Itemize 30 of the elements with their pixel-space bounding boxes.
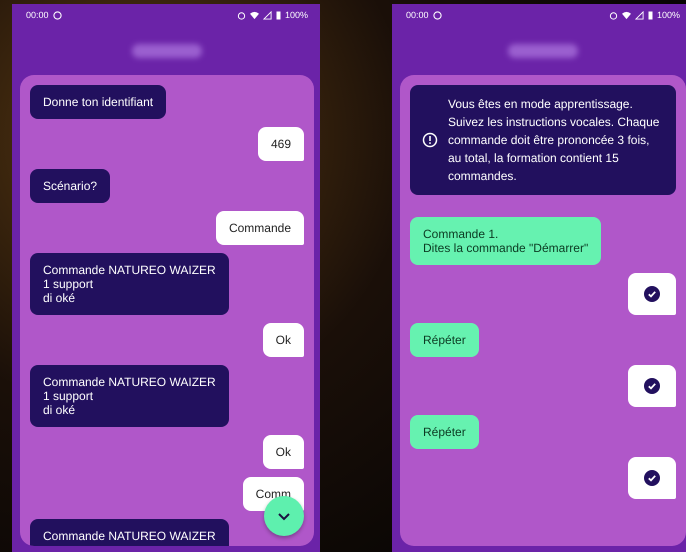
user-message: Ok xyxy=(262,435,304,469)
signal-icon xyxy=(262,10,272,20)
instruction-message: Répéter xyxy=(410,415,479,449)
chevron-down-icon xyxy=(277,512,291,520)
signal-icon xyxy=(634,10,644,20)
notice-text: Vous êtes en mode apprentissage. Suivez les instructions vocales. Chaque commande doit être prononcée 3 fois, au total, la formation contient 15 commandes. xyxy=(448,96,660,185)
bot-message: Commande NATUREO WAIZER 1 support di oké xyxy=(30,365,229,427)
user-message: 469 xyxy=(258,127,304,161)
check-icon xyxy=(644,378,660,394)
blurred-title xyxy=(508,44,578,58)
instruction-message: Répéter xyxy=(410,323,479,357)
check-icon xyxy=(644,286,660,302)
check-icon xyxy=(644,470,660,486)
battery-icon xyxy=(276,10,281,20)
blurred-title xyxy=(132,44,202,58)
user-message: Ok xyxy=(262,323,304,357)
battery-level: 100% xyxy=(284,10,308,20)
instruction-message: Commande 1. Dites la commande "Démarrer" xyxy=(410,217,602,265)
user-message: Commande xyxy=(216,211,304,245)
bot-message: Commande NATUREO WAIZER xyxy=(30,519,229,546)
clock-time: 00:00 xyxy=(26,10,49,20)
bot-message: Scénario? xyxy=(30,169,110,203)
info-icon xyxy=(422,132,438,148)
wifi-icon xyxy=(250,10,259,20)
battery-level: 100% xyxy=(656,10,680,20)
clock-time: 00:00 xyxy=(406,10,429,20)
bot-message: Donne ton identifiant xyxy=(30,85,166,119)
battery-icon xyxy=(648,10,653,20)
bot-message: Commande NATUREO WAIZER 1 support di oké xyxy=(30,253,229,315)
wifi-icon xyxy=(622,10,631,20)
